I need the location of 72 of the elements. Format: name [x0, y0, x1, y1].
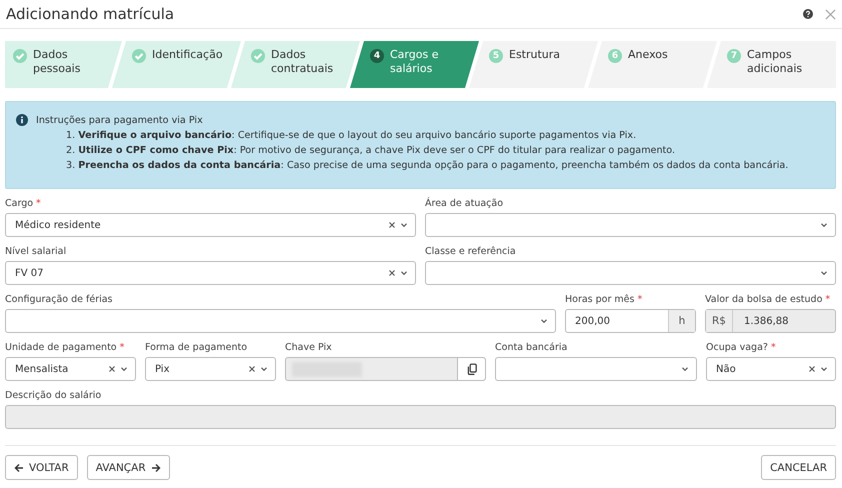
- window-title: Adicionando matrícula: [6, 5, 176, 23]
- copy-button[interactable]: [457, 358, 485, 380]
- required-marker: *: [770, 342, 776, 355]
- check-icon: [251, 49, 265, 63]
- field-label: Descrição do salário: [5, 390, 102, 403]
- arrow-right-icon: [150, 462, 161, 472]
- check-icon: [132, 49, 146, 63]
- next-button[interactable]: AVANÇAR: [86, 455, 170, 480]
- field-label: Ocupa vaga?: [706, 342, 768, 355]
- help-icon[interactable]: [803, 9, 813, 19]
- required-marker: *: [637, 294, 642, 307]
- field-label: Configuração de férias: [5, 294, 113, 307]
- info-icon: [16, 114, 28, 126]
- step-number: 4: [370, 49, 384, 63]
- input-field[interactable]: 200,00 h: [565, 309, 696, 333]
- select-field[interactable]: Mensalista: [5, 357, 136, 381]
- field-label: Horas por mês: [565, 294, 634, 307]
- step-number: 7: [727, 49, 741, 63]
- field-label: Cargo: [5, 198, 34, 211]
- clear-icon: [387, 268, 397, 278]
- step-tab[interactable]: Dados pessoais: [5, 41, 122, 88]
- arrow-left-icon: [14, 462, 24, 472]
- select-field[interactable]: Pix: [145, 357, 276, 381]
- step-number: 6: [608, 49, 622, 63]
- step-label: Estrutura: [509, 48, 562, 62]
- instruction-text: 2. Utilize o CPF como chave Pix: Por motivo de segurança, a chave Pix deve ser o CPF do titular para realizar o pagamento.: [65, 144, 676, 158]
- field-label: Chave Pix: [285, 342, 332, 355]
- clear-icon: [247, 364, 257, 374]
- copy-icon: [466, 363, 478, 375]
- step-tab[interactable]: Identificação: [112, 41, 241, 88]
- required-marker: *: [825, 294, 830, 307]
- field-label: Conta bancária: [495, 342, 568, 355]
- step-label: Dados pessoais: [33, 48, 82, 76]
- unit-label: R$: [706, 310, 733, 332]
- step-label: Anexos: [628, 48, 669, 62]
- select-field[interactable]: Não: [706, 357, 836, 381]
- clear-icon: [107, 364, 117, 374]
- select-field[interactable]: Médico residente: [5, 213, 416, 237]
- clear-icon: [807, 364, 817, 374]
- instruction-text: 1. Verifique o arquivo bancário: Certifique-se de que o layout do seu arquivo bancário suporte pagamentos via Pix.: [65, 129, 638, 143]
- field-label: Unidade de pagamento: [5, 342, 117, 355]
- input-field: R$ 1.386,88: [705, 309, 836, 333]
- field-label: Valor da bolsa de estudo: [705, 294, 822, 307]
- step-tab[interactable]: Dados contratuais: [231, 41, 360, 88]
- select-field[interactable]: [495, 357, 697, 381]
- field-label: Classe e referência: [425, 246, 516, 259]
- required-marker: *: [36, 198, 41, 211]
- step-label: Cargos e salários: [390, 48, 440, 76]
- select-field[interactable]: [425, 261, 836, 285]
- instruction-text: 3. Preencha os dados da conta bancária: Caso precise de uma segunda opção para o pagamento, preencha também os dados da conta bancária.: [65, 159, 788, 173]
- cancel-button[interactable]: CANCELAR: [761, 455, 836, 480]
- step-label: Campos adicionais: [747, 48, 804, 76]
- step-label: Dados contratuais: [271, 48, 334, 76]
- step-tab[interactable]: 7 Campos adicionais: [707, 41, 836, 88]
- info-title: Instruções para pagamento via Pix: [36, 114, 204, 128]
- step-tab[interactable]: 5 Estrutura: [469, 41, 598, 88]
- check-icon: [13, 49, 27, 63]
- close-icon[interactable]: [825, 8, 836, 20]
- step-number: 5: [489, 49, 503, 63]
- unit-label: h: [668, 310, 695, 332]
- step-tab[interactable]: 6 Anexos: [588, 41, 717, 88]
- select-field[interactable]: [425, 213, 836, 237]
- step-label: Identificação: [152, 48, 224, 62]
- field-label: Nível salarial: [5, 246, 66, 259]
- required-marker: *: [120, 342, 124, 355]
- clear-icon: [387, 220, 397, 230]
- select-field[interactable]: FV 07: [5, 261, 416, 285]
- field-label: Forma de pagamento: [145, 342, 248, 355]
- field-label: Área de atuação: [425, 198, 504, 211]
- step-tab[interactable]: 4 Cargos e salários: [350, 41, 479, 88]
- back-button[interactable]: VOLTAR: [5, 455, 78, 480]
- select-field[interactable]: [5, 309, 556, 333]
